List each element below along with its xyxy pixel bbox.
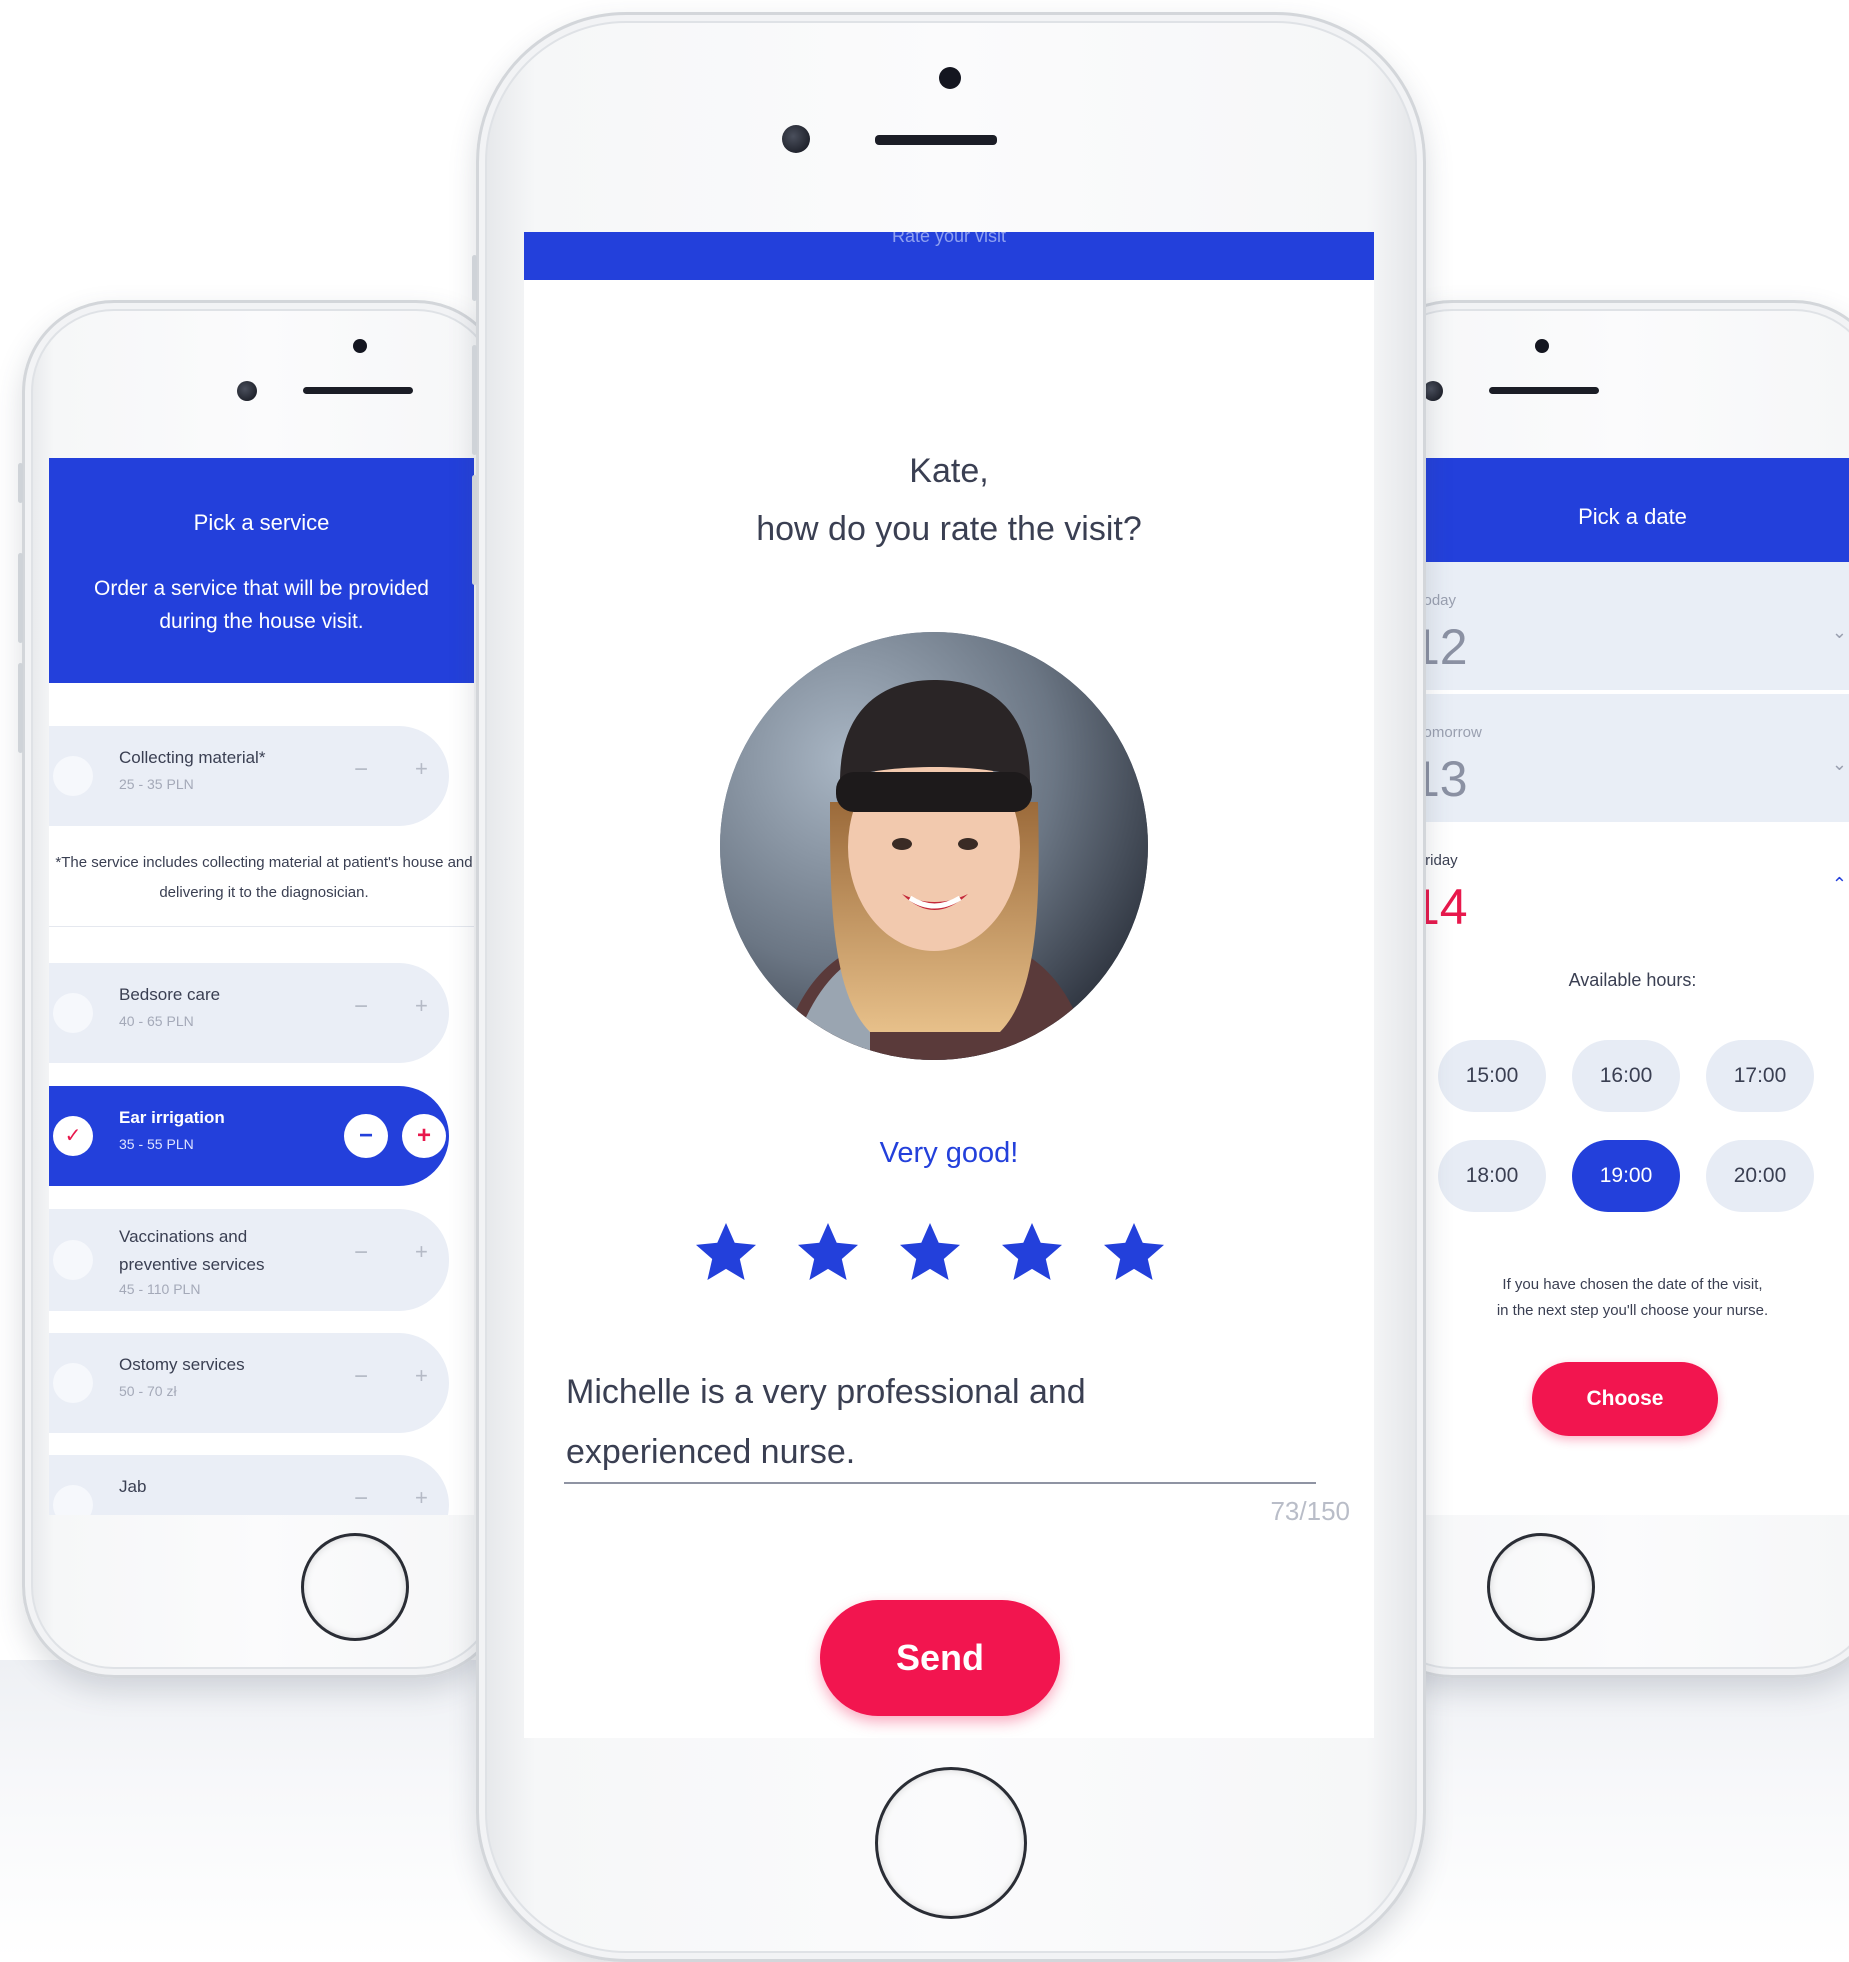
service-radio[interactable] [53, 756, 93, 796]
plus-icon[interactable]: + [415, 993, 428, 1019]
check-icon[interactable]: ✓ [53, 1116, 93, 1156]
comment-underline [564, 1482, 1316, 1484]
service-radio[interactable] [53, 1485, 93, 1515]
service-price: 50 - 70 zł [119, 1383, 177, 1399]
home-button[interactable] [301, 1533, 409, 1641]
hour-option[interactable]: 15:00 [1438, 1040, 1546, 1112]
date-option[interactable]: Today 12 ⌄ [1416, 562, 1849, 690]
chevron-up-icon[interactable]: ⌃ [1832, 874, 1847, 895]
minus-icon[interactable]: − [354, 1485, 368, 1513]
front-camera-icon [1423, 381, 1443, 401]
choose-button[interactable]: Choose [1532, 1362, 1718, 1436]
top-bar: Rate your visit [524, 232, 1374, 280]
mute-switch [18, 463, 23, 503]
service-radio[interactable] [53, 1363, 93, 1403]
service-price: 25 - 35 PLN [119, 776, 194, 792]
service-item[interactable]: Bedsore care 40 - 65 PLN − + [49, 963, 449, 1063]
greeting-question: how do you rate the visit? [756, 510, 1142, 548]
send-button[interactable]: Send [820, 1600, 1060, 1716]
plus-icon[interactable]: + [415, 1363, 428, 1389]
character-counter: 73/150 [1270, 1496, 1350, 1526]
date-title: Pick a date [1578, 504, 1687, 529]
date-note-line: If you have chosen the date of the visit… [1502, 1276, 1763, 1293]
service-subtitle: Order a service that will be provided du… [94, 577, 429, 633]
service-item[interactable]: Collecting material* 25 - 35 PLN − + [49, 726, 449, 826]
proximity-sensor [1535, 339, 1549, 353]
hour-option[interactable]: 20:00 [1706, 1140, 1814, 1212]
service-title: Pick a service [193, 510, 330, 535]
service-price: 45 - 110 PLN [119, 1281, 201, 1297]
proximity-sensor [353, 339, 367, 353]
volume-up-button [472, 345, 477, 455]
minus-icon[interactable]: − [354, 993, 368, 1021]
plus-icon[interactable]: + [415, 1239, 428, 1265]
star-icon[interactable] [996, 1217, 1068, 1289]
minus-icon[interactable]: − [354, 1239, 368, 1267]
hour-option[interactable]: 18:00 [1438, 1140, 1546, 1212]
star-icon[interactable] [894, 1217, 966, 1289]
divider [49, 926, 474, 927]
greeting-name: Kate, [909, 452, 989, 490]
plus-icon[interactable]: + [415, 756, 428, 782]
date-option[interactable]: Tomorrow 13 ⌄ [1416, 694, 1849, 822]
right-screen: Pick a date Today 12 ⌄ Tomorrow 13 ⌄ Fri… [1416, 458, 1849, 1515]
earpiece-speaker [303, 387, 413, 394]
star-rating[interactable] [690, 1217, 1230, 1297]
volume-down-button [472, 475, 477, 585]
proximity-sensor [939, 67, 961, 89]
date-header: Pick a date [1416, 458, 1849, 562]
top-bar-title: Rate your visit [891, 232, 1007, 246]
center-screen: Rate your visit Kate, how do you rate th… [524, 232, 1374, 1738]
date-option-selected[interactable]: Friday 14 ⌃ [1416, 822, 1849, 952]
rating-label: Very good! [879, 1137, 1019, 1169]
avatar-illustration [720, 632, 1148, 1060]
service-item[interactable]: Ostomy services 50 - 70 zł − + [49, 1333, 449, 1433]
star-icon[interactable] [1098, 1217, 1170, 1289]
service-name: Vaccinations and preventive services [119, 1227, 265, 1274]
star-icon[interactable] [792, 1217, 864, 1289]
service-name: Ostomy services [119, 1355, 245, 1374]
hour-option[interactable]: 16:00 [1572, 1040, 1680, 1112]
volume-down-button [18, 663, 23, 753]
service-radio[interactable] [53, 1240, 93, 1280]
hour-option-selected[interactable]: 19:00 [1572, 1140, 1680, 1212]
front-camera-icon [237, 381, 257, 401]
service-header: Pick a service Order a service that will… [49, 458, 474, 683]
date-note: If you have chosen the date of the visit… [1416, 1272, 1849, 1324]
mute-switch [472, 255, 477, 301]
service-name: Collecting material* [119, 748, 266, 767]
service-name: Jab [119, 1477, 147, 1496]
star-icon[interactable] [690, 1217, 762, 1289]
chevron-down-icon[interactable]: ⌄ [1832, 754, 1847, 775]
service-item[interactable]: Jab − + [49, 1455, 449, 1515]
service-name: Bedsore care [119, 985, 221, 1004]
service-footnote: *The service includes collecting materia… [55, 854, 473, 901]
earpiece-speaker [1489, 387, 1599, 394]
service-radio[interactable] [53, 993, 93, 1033]
plus-icon[interactable]: + [402, 1114, 446, 1158]
service-item[interactable]: Vaccinations and preventive services 45 … [49, 1209, 449, 1311]
nurse-avatar [720, 632, 1148, 1060]
service-name: Ear irrigation [119, 1108, 225, 1127]
hour-option[interactable]: 17:00 [1706, 1040, 1814, 1112]
left-screen: Pick a service Order a service that will… [49, 458, 474, 1515]
volume-up-button [18, 553, 23, 643]
minus-icon[interactable]: − [354, 1363, 368, 1391]
earpiece-speaker [875, 135, 997, 145]
chevron-down-icon[interactable]: ⌄ [1832, 622, 1847, 643]
plus-icon[interactable]: + [415, 1485, 428, 1511]
front-camera-icon [782, 125, 810, 153]
service-price: 35 - 55 PLN [119, 1136, 194, 1152]
home-button[interactable] [1487, 1533, 1595, 1641]
comment-textarea[interactable]: Michelle is a very professional and expe… [566, 1362, 1266, 1482]
available-hours-title: Available hours: [1568, 970, 1697, 990]
minus-icon[interactable]: − [344, 1114, 388, 1158]
service-item-selected[interactable]: ✓ Ear irrigation 35 - 55 PLN − + [49, 1086, 449, 1186]
service-price: 40 - 65 PLN [119, 1013, 194, 1029]
rating-greeting: Kate, how do you rate the visit? [524, 442, 1374, 558]
date-note-line: in the next step you'll choose your nurs… [1496, 1302, 1769, 1319]
home-button[interactable] [875, 1767, 1027, 1919]
minus-icon[interactable]: − [354, 756, 368, 784]
